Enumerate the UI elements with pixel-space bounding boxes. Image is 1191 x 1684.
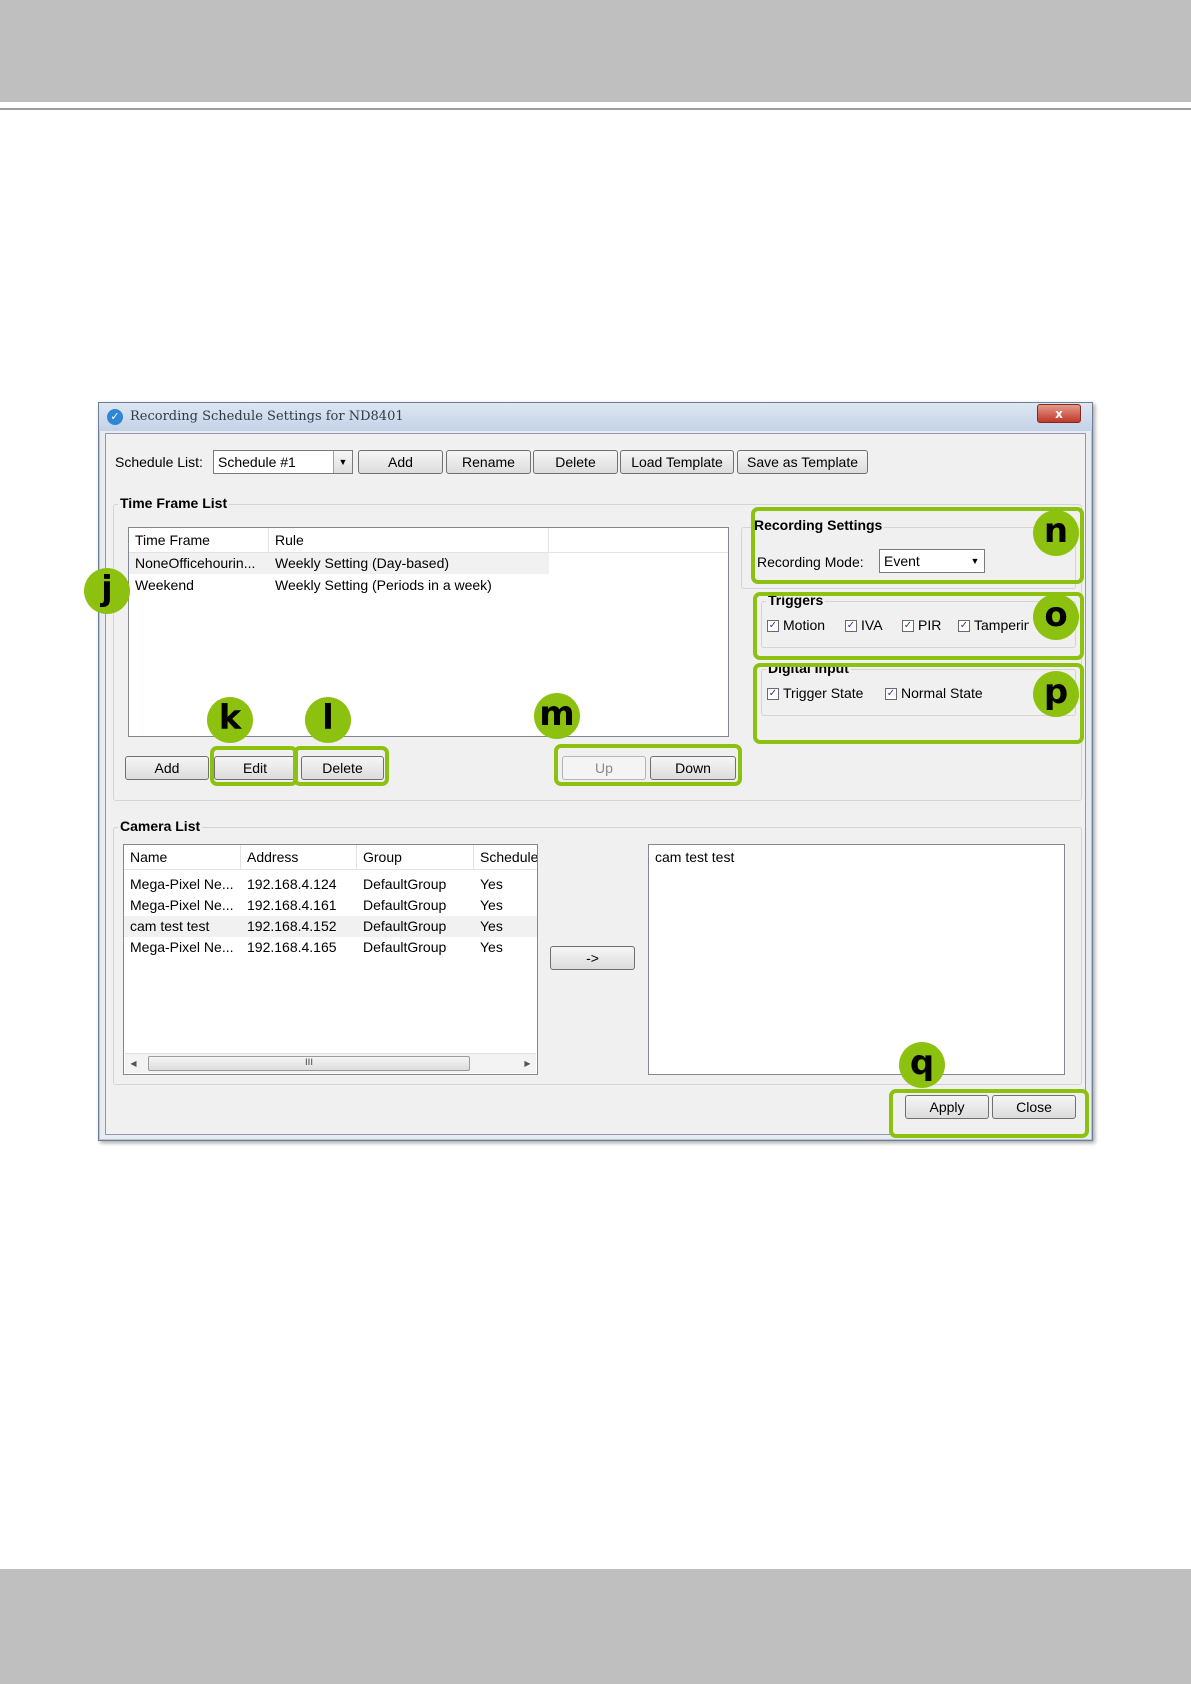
selected-camera-item[interactable]: cam test test	[649, 847, 949, 868]
callout-box-k	[210, 746, 298, 786]
camera-group-cell: DefaultGroup	[363, 918, 447, 934]
camera-schedule-cell: Yes	[480, 918, 503, 934]
camera-group-cell: DefaultGroup	[363, 939, 447, 955]
camera-address-cell: 192.168.4.152	[247, 918, 337, 934]
callout-box-m	[554, 744, 742, 786]
time-frame-add-button[interactable]: Add	[125, 756, 209, 780]
table-row[interactable]: Mega-Pixel Ne... 192.168.4.124 DefaultGr…	[124, 874, 537, 895]
window-close-button[interactable]: x	[1037, 404, 1081, 423]
callout-badge-m: m	[534, 693, 580, 739]
callout-badge-n: n	[1033, 510, 1079, 556]
camera-group-cell: DefaultGroup	[363, 876, 447, 892]
column-name[interactable]: Name	[124, 845, 241, 869]
camera-list[interactable]: Name Address Group Schedule Mega-Pixel N…	[123, 844, 538, 1075]
time-frame-title: Time Frame List	[118, 495, 230, 511]
column-address[interactable]: Address	[241, 845, 357, 869]
callout-badge-p: p	[1033, 671, 1079, 717]
selected-camera-list[interactable]: cam test test	[648, 844, 1065, 1075]
page-header-band	[0, 0, 1191, 102]
horizontal-scrollbar[interactable]: ◀ III ▶	[125, 1053, 536, 1073]
rule-cell: Weekly Setting (Day-based)	[275, 555, 450, 571]
column-schedule[interactable]: Schedule	[474, 845, 537, 869]
camera-list-header: Name Address Group Schedule	[124, 845, 537, 870]
camera-name-cell: Mega-Pixel Ne...	[130, 939, 234, 955]
schedule-list-value: Schedule #1	[218, 454, 296, 470]
scroll-right-icon[interactable]: ▶	[519, 1054, 536, 1073]
scroll-thumb[interactable]: III	[148, 1056, 470, 1071]
camera-name-cell: cam test test	[130, 918, 210, 934]
window-titlebar[interactable]: ✓ Recording Schedule Settings for ND8401…	[99, 403, 1092, 431]
camera-address-cell: 192.168.4.161	[247, 897, 337, 913]
callout-badge-o: o	[1033, 594, 1079, 640]
camera-name-cell: Mega-Pixel Ne...	[130, 876, 234, 892]
column-time-frame[interactable]: Time Frame	[129, 528, 269, 552]
callout-badge-k: k	[207, 697, 253, 743]
time-frame-cell: NoneOfficehourin...	[135, 555, 256, 571]
rule-cell: Weekly Setting (Periods in a week)	[275, 577, 492, 593]
schedule-list-select[interactable]: Schedule #1 ▼	[213, 450, 353, 474]
time-frame-cell: Weekend	[135, 577, 194, 593]
camera-address-cell: 192.168.4.165	[247, 939, 337, 955]
camera-list-title: Camera List	[118, 818, 203, 834]
app-icon: ✓	[107, 409, 123, 425]
chevron-down-icon[interactable]: ▼	[333, 451, 352, 473]
page-footer-band	[0, 1569, 1191, 1684]
callout-box-l	[293, 746, 389, 786]
table-row[interactable]: NoneOfficehourin... Weekly Setting (Day-…	[129, 553, 549, 574]
camera-name-cell: Mega-Pixel Ne...	[130, 897, 234, 913]
column-rule[interactable]: Rule	[269, 528, 549, 552]
camera-schedule-cell: Yes	[480, 939, 503, 955]
scroll-left-icon[interactable]: ◀	[125, 1054, 142, 1073]
load-template-button[interactable]: Load Template	[620, 450, 734, 474]
callout-badge-j: j	[84, 568, 130, 614]
table-row[interactable]: cam test test 192.168.4.152 DefaultGroup…	[124, 916, 537, 937]
time-frame-header: Time Frame Rule	[129, 528, 728, 553]
schedule-rename-button[interactable]: Rename	[446, 450, 531, 474]
callout-badge-q: q	[899, 1042, 945, 1088]
schedule-add-button[interactable]: Add	[358, 450, 443, 474]
camera-schedule-cell: Yes	[480, 897, 503, 913]
table-row[interactable]: Mega-Pixel Ne... 192.168.4.161 DefaultGr…	[124, 895, 537, 916]
save-as-template-button[interactable]: Save as Template	[737, 450, 868, 474]
schedule-delete-button[interactable]: Delete	[533, 450, 618, 474]
table-row[interactable]: Mega-Pixel Ne... 192.168.4.165 DefaultGr…	[124, 937, 537, 958]
callout-box-n	[751, 507, 1084, 584]
camera-schedule-cell: Yes	[480, 876, 503, 892]
callout-box-q	[889, 1089, 1089, 1138]
window-title: Recording Schedule Settings for ND8401	[130, 409, 404, 424]
schedule-list-label: Schedule List:	[115, 454, 203, 470]
column-group[interactable]: Group	[357, 845, 474, 869]
camera-address-cell: 192.168.4.124	[247, 876, 337, 892]
table-row[interactable]: Weekend Weekly Setting (Periods in a wee…	[129, 575, 549, 596]
camera-group-cell: DefaultGroup	[363, 897, 447, 913]
header-rule	[0, 108, 1191, 110]
callout-badge-l: l	[305, 697, 351, 743]
transfer-camera-button[interactable]: ->	[550, 946, 635, 970]
